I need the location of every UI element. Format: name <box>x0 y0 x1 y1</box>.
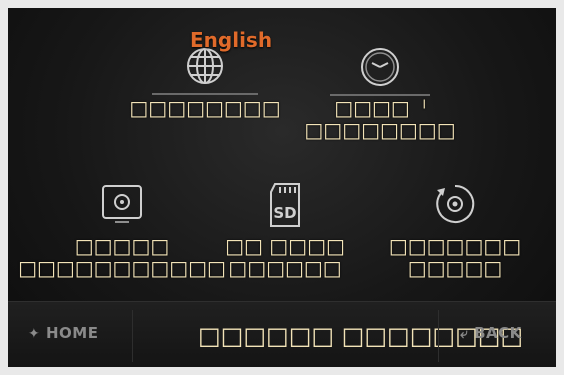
tile-sd-card[interactable]: SD □□ □□□□ □□□□□□ <box>225 178 345 282</box>
back-label: BACK <box>474 324 522 342</box>
tile-language-label: □□□□□□□□ <box>129 96 281 120</box>
clock-icon <box>359 46 401 92</box>
tile-reset[interactable]: □□□□□□□ □□□□□ <box>389 178 521 282</box>
sd-card-icon: SD <box>265 182 305 232</box>
tile-reset-label-line2: □□□□□ <box>407 256 503 280</box>
tile-underline <box>152 93 258 95</box>
bottom-nav-bar: ✦ HOME □□□□□□ □□□□□□□□ ⤶ BACK <box>8 301 556 368</box>
tile-display-label-line1: □□□□□ <box>74 234 170 258</box>
tile-sd-card-label-line1: □□ □□□□ <box>225 234 345 258</box>
tile-time-label-line2: □□□□□□□□ <box>304 118 456 142</box>
reset-gear-icon <box>433 182 477 230</box>
home-button[interactable]: ✦ HOME <box>28 324 98 342</box>
tile-display[interactable]: □□□□□ □□□□□□□□□□□ <box>18 178 226 282</box>
home-label: HOME <box>45 324 99 342</box>
tile-display-label-line2: □□□□□□□□□□□ <box>18 256 226 280</box>
tile-reset-label-line1: □□□□□□□ <box>388 234 522 258</box>
nav-divider <box>132 310 133 362</box>
sd-card-icon-text: SD <box>273 204 296 222</box>
globe-icon <box>185 46 225 90</box>
tile-time-label-line1: □□□□ ˡ <box>334 96 426 120</box>
back-arrow-icon: ⤶ <box>460 326 469 342</box>
tile-sd-card-label-line2: □□□□□□ <box>228 256 342 280</box>
back-button[interactable]: ⤶ BACK <box>460 324 522 342</box>
tile-time[interactable]: □□□□ ˡ □□□□□□□□ <box>304 34 456 150</box>
language-badge: English <box>190 28 273 52</box>
settings-screen: □□□□□□□□ English □□□□ ˡ □□□□□□□□ □□□□□ □… <box>0 0 564 375</box>
nav-divider <box>438 310 439 362</box>
home-icon: ✦ <box>28 326 41 342</box>
display-settings-icon <box>99 184 145 228</box>
